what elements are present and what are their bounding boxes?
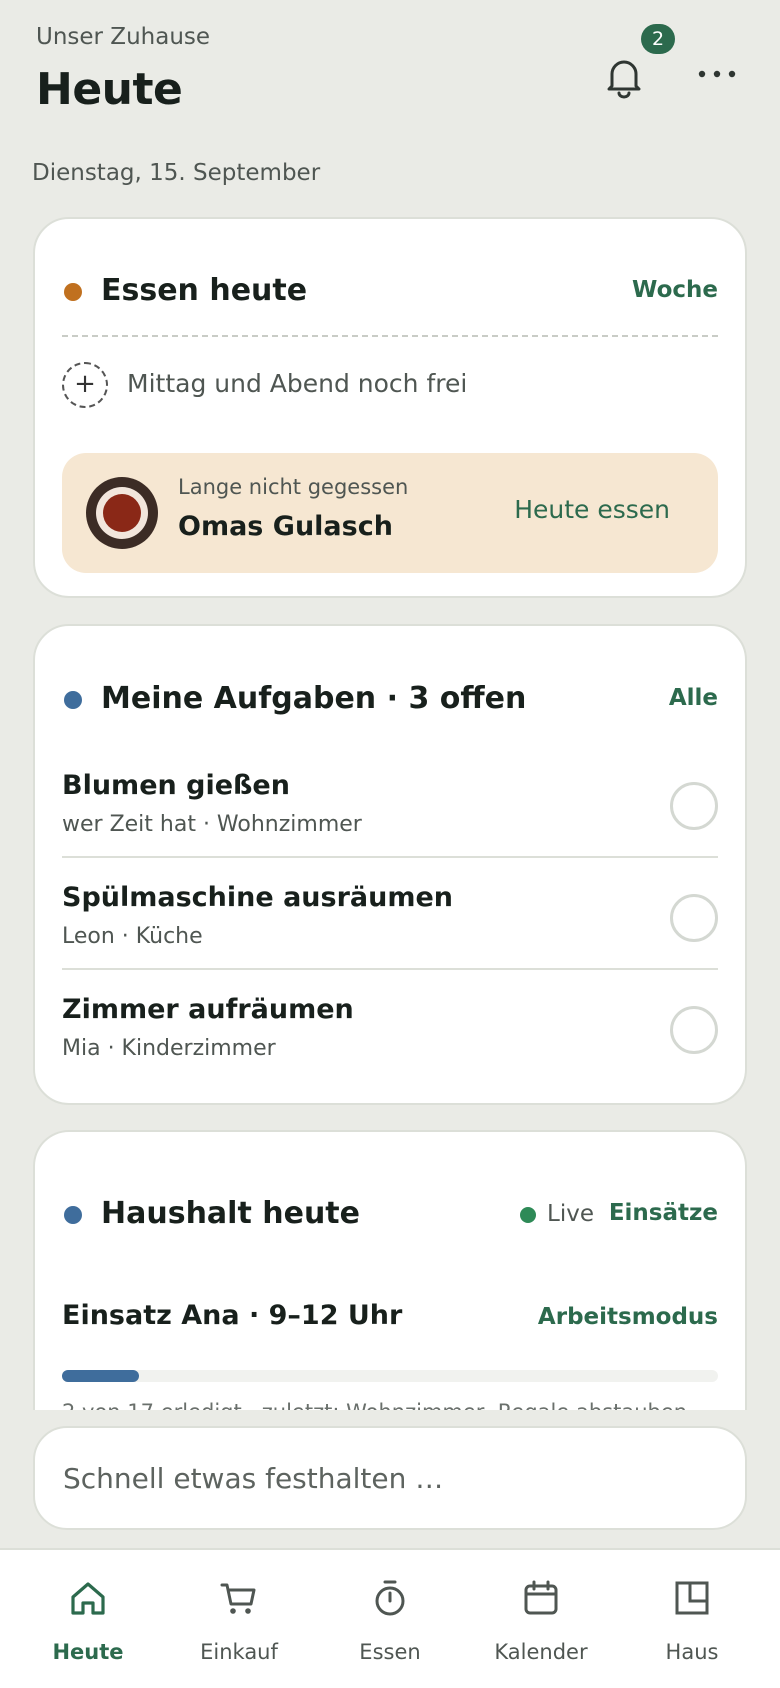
tab-label: Einkauf (200, 1640, 278, 1664)
divider (62, 335, 718, 337)
task-row[interactable]: Spülmaschine ausräumen Leon · Küche (62, 866, 718, 970)
tab-haus[interactable]: Haus (614, 1550, 770, 1688)
tab-heute[interactable]: Heute (10, 1550, 166, 1688)
task-title: Spülmaschine ausräumen (62, 882, 454, 913)
meals-card-title: Essen heute (101, 273, 308, 308)
meal-free-text[interactable]: Mittag und Abend noch frei (127, 369, 467, 398)
eat-today-button[interactable]: Heute essen (514, 495, 670, 524)
tab-label: Essen (359, 1640, 421, 1664)
assignments-link[interactable]: Einsätze (609, 1200, 718, 1226)
task-title: Blumen gießen (62, 770, 290, 801)
tasks-card-title: Meine Aufgaben · 3 offen (101, 681, 527, 716)
notifications-button[interactable] (598, 50, 650, 102)
work-mode-link[interactable]: Arbeitsmodus (538, 1304, 718, 1330)
add-meal-button[interactable]: + (62, 362, 108, 408)
meal-suggestion: Lange nicht gegessen Omas Gulasch Heute … (62, 453, 718, 573)
tab-kalender[interactable]: Kalender (463, 1550, 619, 1688)
bottom-tab-bar: Heute Einkauf Essen Kalender Haus (0, 1548, 780, 1688)
bell-icon (607, 60, 641, 99)
task-title: Zimmer aufräumen (62, 994, 354, 1025)
dish-icon (86, 477, 158, 549)
timer-icon (375, 1580, 405, 1616)
meals-week-link[interactable]: Woche (632, 277, 718, 303)
current-date: Dienstag, 15. September (32, 160, 321, 186)
plus-icon: + (74, 369, 96, 399)
page-title: Heute (36, 64, 183, 115)
task-row[interactable]: Zimmer aufräumen Mia · Kinderzimmer (62, 978, 718, 1082)
live-indicator-dot (520, 1207, 536, 1223)
tab-einkauf[interactable]: Einkauf (161, 1550, 317, 1688)
page-header: Unser Zuhause Heute 2 Dienstag, 15. Sept… (0, 0, 780, 210)
tab-label: Kalender (494, 1640, 588, 1664)
more-options-button[interactable] (694, 60, 740, 88)
suggestion-subtitle: Lange nicht gegessen (178, 475, 409, 499)
household-card: Haushalt heute Live Einsätze Einsatz Ana… (33, 1130, 747, 1410)
task-row[interactable]: Blumen gießen wer Zeit hat · Wohnzimmer (62, 754, 718, 858)
shift-progress-bar (62, 1370, 718, 1382)
tab-label: Haus (665, 1640, 719, 1664)
household-dot (64, 1206, 82, 1224)
task-subtitle: Leon · Küche (62, 924, 203, 949)
task-checkbox[interactable] (670, 1006, 718, 1054)
layout-icon (675, 1581, 709, 1615)
cart-icon (220, 1583, 256, 1614)
task-checkbox[interactable] (670, 894, 718, 942)
home-icon (71, 1582, 105, 1615)
task-checkbox[interactable] (670, 782, 718, 830)
progress-note: 2 von 17 erledigt · zuletzt: Wohnzimmer,… (62, 1400, 687, 1410)
calendar-icon (524, 1580, 558, 1615)
tasks-card: Meine Aufgaben · 3 offen Alle Blumen gie… (33, 624, 747, 1105)
tasks-dot (64, 691, 82, 709)
shift-title: Einsatz Ana · 9–12 Uhr (62, 1300, 403, 1331)
task-subtitle: wer Zeit hat · Wohnzimmer (62, 812, 362, 837)
suggestion-dish: Omas Gulasch (178, 511, 393, 542)
tab-label: Heute (52, 1640, 124, 1664)
home-name: Unser Zuhause (36, 24, 211, 50)
tab-essen[interactable]: Essen (312, 1550, 468, 1688)
more-dots-icon (698, 70, 736, 78)
live-label: Live (547, 1201, 594, 1227)
quick-capture-input[interactable] (33, 1426, 747, 1530)
task-subtitle: Mia · Kinderzimmer (62, 1036, 276, 1061)
notification-badge: 2 (641, 24, 675, 54)
shift-progress-fill (62, 1370, 140, 1382)
household-card-title: Haushalt heute (101, 1196, 360, 1231)
meals-dot (64, 283, 82, 301)
tasks-all-link[interactable]: Alle (669, 685, 718, 711)
meals-card: Essen heute Woche + Mittag und Abend noc… (33, 217, 747, 598)
